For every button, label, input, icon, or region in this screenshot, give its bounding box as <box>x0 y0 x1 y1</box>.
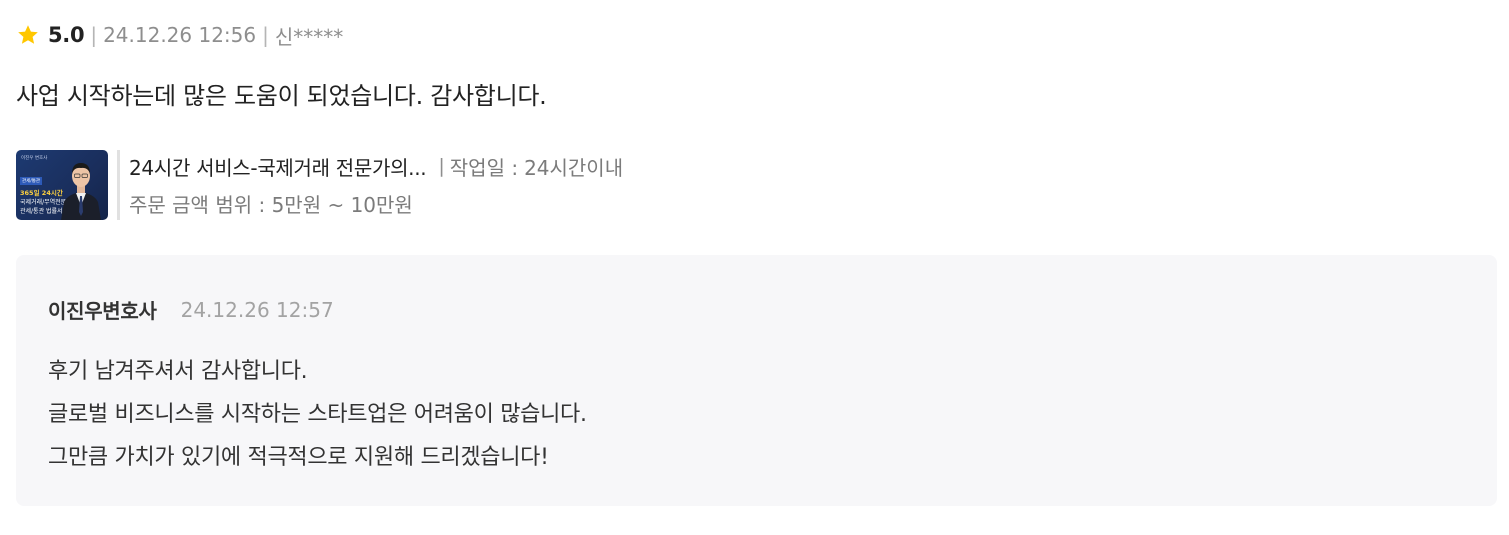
review-content: 사업 시작하는데 많은 도움이 되었습니다. 감사합니다. <box>16 82 547 110</box>
meta-separator: | <box>90 23 98 47</box>
service-divider <box>117 150 120 220</box>
thumbnail-top-text: 이진우 변호사 <box>21 156 48 161</box>
service-card[interactable]: 이진우 변호사 관세/통관 365일 24시간 국제거래/무역전문가의 관세/통… <box>16 150 623 220</box>
star-icon <box>16 23 40 47</box>
review-author: 신***** <box>274 24 344 49</box>
lawyer-portrait <box>61 163 101 220</box>
work-period-label: 작업일 : <box>449 155 519 180</box>
meta-separator: | <box>262 23 269 47</box>
reply-line: 글로벌 비즈니스를 시작하는 스타트업은 어려움이 많습니다. <box>48 402 587 427</box>
service-thumbnail[interactable]: 이진우 변호사 관세/통관 365일 24시간 국제거래/무역전문가의 관세/통… <box>16 150 108 220</box>
seller-reply: 이진우변호사 24.12.26 12:57 후기 남겨주셔서 감사합니다. 글로… <box>16 255 1497 506</box>
work-separator: | <box>438 155 445 177</box>
reply-date: 24.12.26 12:57 <box>180 297 334 322</box>
service-info: 24시간 서비스-국제거래 전문가의... | 작업일 : 24시간이내 주문 … <box>129 150 623 220</box>
thumbnail-badge: 관세/통관 <box>20 177 43 185</box>
reply-line: 후기 남겨주셔서 감사합니다. <box>48 359 308 384</box>
reply-content: 후기 남겨주셔서 감사합니다. 글로벌 비즈니스를 시작하는 스타트업은 어려움… <box>48 350 587 479</box>
price-range: 주문 금액 범위 : 5만원 ~ 10만원 <box>129 193 413 217</box>
review-date: 24.12.26 12:56 <box>103 23 257 47</box>
reply-line: 그만큼 가치가 있기에 적극적으로 지원해 드리겠습니다! <box>48 445 549 470</box>
work-period-value: 24시간이내 <box>524 155 624 180</box>
service-title[interactable]: 24시간 서비스-국제거래 전문가의... <box>129 152 427 181</box>
thumbnail-headline: 365일 24시간 <box>20 189 63 197</box>
reply-header: 이진우변호사 24.12.26 12:57 <box>48 295 334 324</box>
review-meta: 5.0 | 24.12.26 12:56 | 신***** <box>16 20 343 50</box>
rating-score: 5.0 <box>48 23 85 47</box>
reply-author: 이진우변호사 <box>48 299 157 323</box>
